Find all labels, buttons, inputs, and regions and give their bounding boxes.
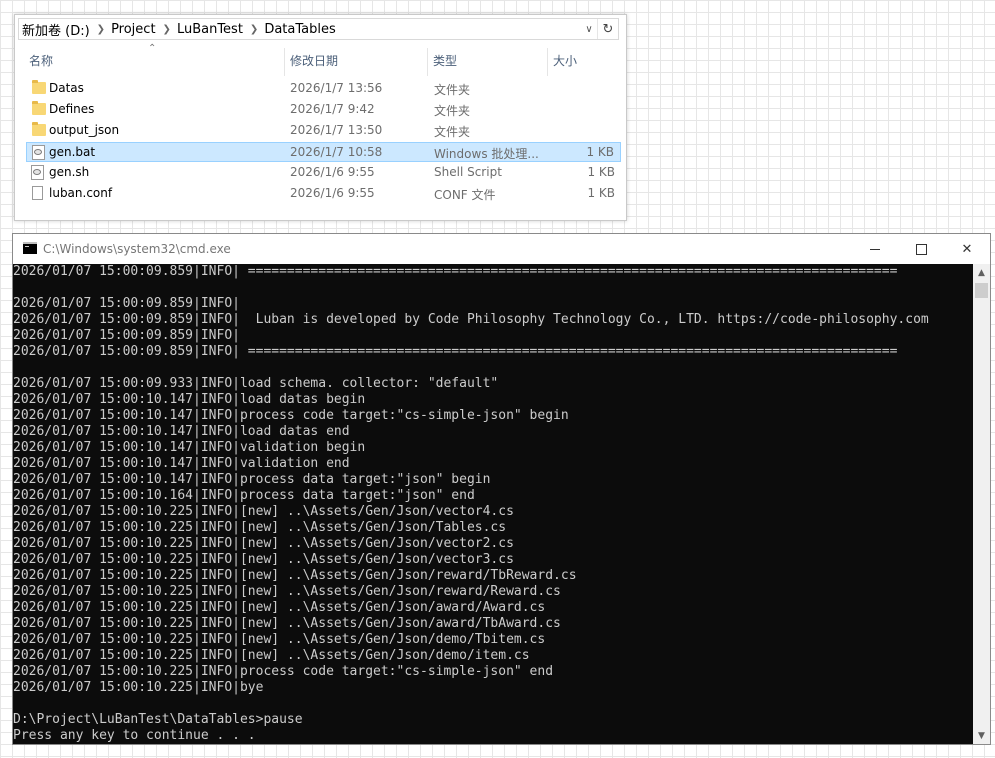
console-line: 2026/01/07 15:00:09.859|INFO| [13, 296, 240, 311]
console-line: Press any key to continue . . . [13, 728, 256, 743]
script-file-icon [31, 165, 44, 180]
scroll-down-icon[interactable]: ▼ [973, 727, 990, 744]
chevron-right-icon[interactable]: ❯ [97, 24, 105, 35]
file-size: 1 KB [586, 145, 614, 159]
maximize-icon [915, 243, 927, 255]
file-date: 2026/1/7 10:58 [290, 145, 383, 159]
console-line: 2026/01/07 15:00:10.147|INFO|load datas … [13, 392, 366, 407]
file-date: 2026/1/6 9:55 [290, 165, 375, 179]
folder-icon [32, 80, 46, 94]
vertical-scrollbar[interactable]: ▲ ▼ [973, 264, 990, 744]
cmd-icon[interactable] [23, 242, 37, 254]
folder-icon [32, 122, 46, 136]
file-name: Datas [49, 81, 84, 95]
breadcrumb-lubantest[interactable]: LuBanTest [177, 22, 243, 37]
close-button[interactable]: ✕ [944, 234, 990, 264]
console-line: 2026/01/07 15:00:10.225|INFO|[new] ..\As… [13, 632, 546, 647]
file-name: Defines [49, 102, 95, 116]
scroll-up-icon[interactable]: ▲ [973, 264, 990, 281]
file-type: 文件夹 [434, 104, 471, 118]
console-line: 2026/01/07 15:00:10.225|INFO|[new] ..\As… [13, 600, 546, 615]
column-header-date[interactable]: 修改日期 [290, 46, 338, 76]
file-type: CONF 文件 [434, 188, 496, 202]
console-line: 2026/01/07 15:00:09.859|INFO| Luban is d… [13, 312, 929, 327]
file-date: 2026/1/7 13:50 [290, 123, 383, 137]
console-output[interactable]: 2026/01/07 15:00:09.859|INFO| ==========… [13, 264, 973, 744]
column-header-type[interactable]: 类型 [433, 46, 457, 76]
console-line: D:\Project\LuBanTest\DataTables>pause [13, 712, 303, 727]
console-line: 2026/01/07 15:00:10.225|INFO|[new] ..\As… [13, 552, 514, 567]
console-line: 2026/01/07 15:00:10.147|INFO|process dat… [13, 472, 491, 487]
console-line: 2026/01/07 15:00:10.225|INFO|[new] ..\As… [13, 584, 561, 599]
column-headers: ⌃ 名称 修改日期 类型 大小 [15, 43, 626, 76]
console-line: 2026/01/07 15:00:10.225|INFO|[new] ..\As… [13, 520, 507, 535]
console-line: 2026/01/07 15:00:10.147|INFO|process cod… [13, 408, 569, 423]
console-line: 2026/01/07 15:00:10.147|INFO|load datas … [13, 424, 350, 439]
file-date: 2026/1/6 9:55 [290, 186, 375, 200]
sort-ascending-icon: ⌃ [148, 43, 157, 54]
file-row-datas[interactable]: Datas 2026/1/7 13:56 文件夹 [26, 79, 621, 99]
file-row-defines[interactable]: Defines 2026/1/7 9:42 文件夹 [26, 100, 621, 120]
console-line: 2026/01/07 15:00:09.859|INFO| ==========… [13, 344, 898, 359]
file-size: 1 KB [587, 186, 615, 200]
console-line: 2026/01/07 15:00:10.225|INFO|bye [13, 680, 264, 695]
scrollbar-thumb[interactable] [975, 283, 988, 298]
file-name: gen.sh [49, 165, 90, 179]
breadcrumb: 新加卷 (D:) ❯ Project ❯ LuBanTest ❯ DataTab… [19, 20, 581, 39]
file-row-gen-sh[interactable]: gen.sh 2026/1/6 9:55 Shell Script 1 KB [26, 163, 621, 183]
column-divider[interactable] [284, 48, 285, 76]
column-divider[interactable] [427, 48, 428, 76]
close-icon: ✕ [961, 241, 973, 257]
file-size: 1 KB [587, 165, 615, 179]
console-line: 2026/01/07 15:00:10.147|INFO|validation … [13, 440, 366, 455]
file-row-output-json[interactable]: output_json 2026/1/7 13:50 文件夹 [26, 121, 621, 141]
cmd-window: C:\Windows\system32\cmd.exe ✕ 2026/01/07… [12, 233, 991, 745]
console-line: 2026/01/07 15:00:10.225|INFO|[new] ..\As… [13, 504, 514, 519]
console-line: 2026/01/07 15:00:10.225|INFO|process cod… [13, 664, 554, 679]
file-date: 2026/1/7 9:42 [290, 102, 375, 116]
console-line: 2026/01/07 15:00:09.859|INFO| ==========… [13, 264, 898, 279]
console-line: 2026/01/07 15:00:09.933|INFO|load schema… [13, 376, 499, 391]
window-title: C:\Windows\system32\cmd.exe [43, 242, 231, 256]
file-type: Shell Script [434, 165, 502, 179]
breadcrumb-datatables[interactable]: DataTables [264, 22, 335, 37]
file-name: luban.conf [49, 186, 113, 200]
batch-file-icon [32, 145, 45, 160]
minimize-button[interactable] [852, 234, 898, 264]
minimize-icon [870, 248, 880, 250]
file-type: Windows 批处理... [434, 147, 539, 161]
console-line: 2026/01/07 15:00:10.147|INFO|validation … [13, 456, 350, 471]
console-line: 2026/01/07 15:00:10.164|INFO|process dat… [13, 488, 475, 503]
title-bar[interactable]: C:\Windows\system32\cmd.exe ✕ [13, 234, 990, 264]
chevron-right-icon[interactable]: ❯ [250, 24, 258, 35]
file-type: 文件夹 [434, 83, 471, 97]
column-header-name[interactable]: 名称 [29, 46, 53, 76]
column-divider[interactable] [547, 48, 548, 76]
chevron-down-icon[interactable]: ∨ [581, 24, 597, 35]
file-icon [32, 186, 43, 200]
file-date: 2026/1/7 13:56 [290, 81, 383, 95]
folder-icon [32, 101, 46, 115]
chevron-right-icon[interactable]: ❯ [163, 24, 171, 35]
console-line: 2026/01/07 15:00:10.225|INFO|[new] ..\As… [13, 616, 561, 631]
breadcrumb-drive[interactable]: 新加卷 (D:) [22, 20, 90, 39]
file-name: output_json [49, 123, 120, 137]
file-row-luban-conf[interactable]: luban.conf 2026/1/6 9:55 CONF 文件 1 KB [26, 184, 621, 204]
file-type: 文件夹 [434, 125, 471, 139]
console-line: 2026/01/07 15:00:10.225|INFO|[new] ..\As… [13, 568, 577, 583]
column-header-size[interactable]: 大小 [553, 46, 577, 76]
console-line: 2026/01/07 15:00:09.859|INFO| [13, 328, 240, 343]
file-name: gen.bat [49, 145, 96, 159]
address-bar[interactable]: 新加卷 (D:) ❯ Project ❯ LuBanTest ❯ DataTab… [18, 18, 619, 40]
breadcrumb-project[interactable]: Project [111, 22, 155, 37]
file-explorer-window: 新加卷 (D:) ❯ Project ❯ LuBanTest ❯ DataTab… [14, 14, 627, 221]
maximize-button[interactable] [898, 234, 944, 264]
file-row-gen-bat[interactable]: gen.bat 2026/1/7 10:58 Windows 批处理... 1 … [26, 142, 621, 162]
refresh-icon[interactable]: ↻ [597, 19, 618, 39]
console-line: 2026/01/07 15:00:10.225|INFO|[new] ..\As… [13, 648, 530, 663]
console-line: 2026/01/07 15:00:10.225|INFO|[new] ..\As… [13, 536, 514, 551]
